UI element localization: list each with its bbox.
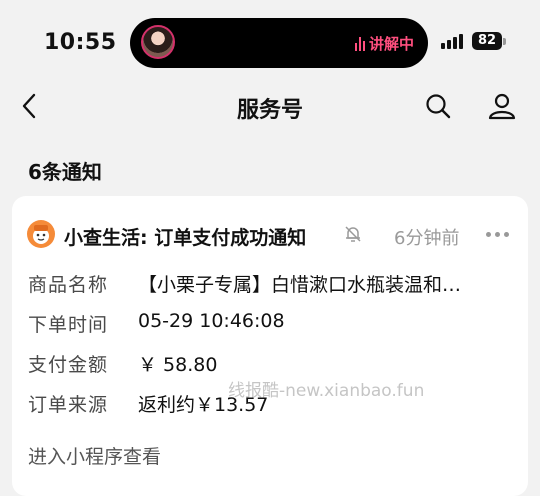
field-label: 下单时间 [28, 314, 109, 336]
field-value: 【小栗子专属】白惜漱口水瓶装温和… [138, 274, 462, 296]
live-indicator: 讲解中 [354, 33, 414, 54]
field-value: 05-29 10:46:08 [138, 310, 285, 332]
live-host-avatar [141, 25, 175, 59]
field-label: 商品名称 [28, 274, 109, 296]
field-label: 订单来源 [28, 394, 109, 416]
signal-icon [441, 33, 463, 49]
field-row-order-time: 下单时间 05-29 10:46:08 [28, 310, 518, 340]
watermark: 线报酷-new.xianbao.fun [228, 381, 425, 401]
card-header: 小查生活: 订单支付成功通知 6分钟前 [12, 196, 528, 276]
card-title: 小查生活: 订单支付成功通知 [64, 227, 307, 249]
status-bar: 10:55 讲解中 82 [0, 0, 540, 80]
search-icon[interactable] [424, 92, 452, 120]
page-title: 服务号 [236, 98, 303, 123]
time-ago: 6分钟前 [394, 228, 460, 249]
battery-tip [503, 38, 506, 45]
battery-icon: 82 [472, 32, 502, 50]
more-icon[interactable] [486, 232, 509, 237]
navigation-bar: 服务号 [0, 82, 540, 130]
status-time: 10:55 [44, 30, 117, 55]
notification-card[interactable]: 小查生活: 订单支付成功通知 6分钟前 商品名称 【小栗子专属】白惜漱口水瓶装温… [12, 196, 528, 496]
dynamic-island[interactable]: 讲解中 [130, 18, 428, 68]
profile-icon[interactable] [487, 91, 517, 121]
field-label: 支付金额 [28, 354, 109, 376]
mute-bell-icon[interactable] [343, 224, 363, 244]
field-value: ￥ 58.80 [138, 354, 218, 376]
audio-bars-icon [354, 36, 365, 51]
live-label: 讲解中 [368, 35, 414, 53]
open-mini-program-link[interactable]: 进入小程序查看 [28, 442, 161, 469]
app-avatar-icon [27, 220, 55, 248]
notification-count: 6条通知 [28, 160, 102, 184]
field-row-product: 商品名称 【小栗子专属】白惜漱口水瓶装温和… [28, 270, 518, 300]
